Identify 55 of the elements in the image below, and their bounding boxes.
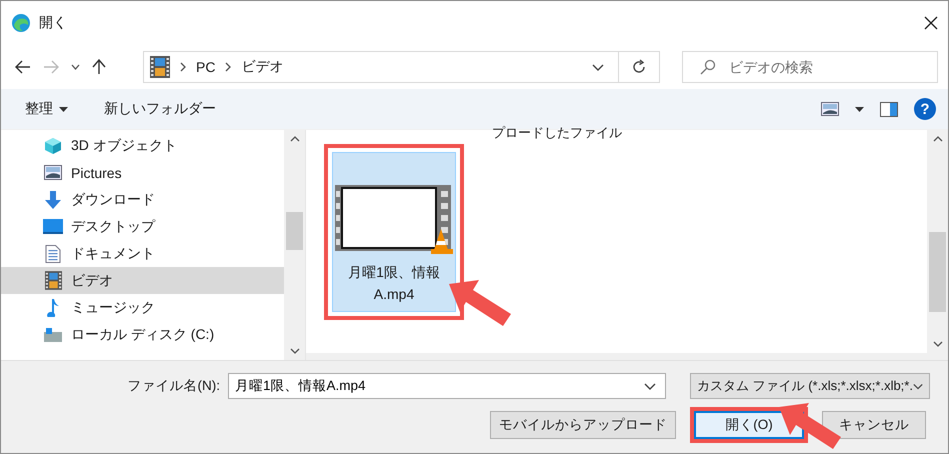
search-field[interactable]: ビデオの検索 xyxy=(682,51,938,83)
scrollbar[interactable] xyxy=(284,130,305,360)
scroll-up-icon[interactable] xyxy=(932,136,942,142)
scroll-down-icon[interactable] xyxy=(932,341,942,347)
scroll-thumb[interactable] xyxy=(286,212,303,250)
filename-field[interactable]: 月曜1限、情報A.mp4 xyxy=(228,373,666,399)
breadcrumb[interactable]: ビデオ xyxy=(241,58,284,76)
back-icon[interactable] xyxy=(15,60,31,74)
filename-label: ファイル名(N): xyxy=(128,377,220,395)
video-file-icon xyxy=(335,185,453,255)
dialog-button[interactable]: モバイルからアップロード xyxy=(490,411,676,439)
window-title: 開く xyxy=(39,14,68,32)
download-arrow-icon xyxy=(43,190,63,208)
sidebar-item[interactable]: デスクトップ xyxy=(1,213,284,240)
film-icon xyxy=(44,271,62,290)
refresh-icon[interactable] xyxy=(631,59,647,75)
sidebar-item[interactable]: ビデオ xyxy=(1,267,284,294)
address-bar[interactable]: PC ビデオ xyxy=(143,51,660,83)
cube-icon xyxy=(43,136,63,154)
file-type-dropdown[interactable]: カスタム ファイル (*.xls;*.xlsx;*.xlb;*. xyxy=(690,373,930,399)
picture-icon xyxy=(43,165,63,180)
chevron-right-icon xyxy=(180,62,186,72)
dropdown-icon[interactable] xyxy=(592,64,604,70)
dropdown-icon[interactable] xyxy=(644,383,656,390)
sidebar-item[interactable]: 3D オブジェクト xyxy=(1,132,284,159)
caret-icon xyxy=(855,106,864,112)
group-heading: プロードしたファイル xyxy=(492,124,622,142)
up-icon[interactable] xyxy=(92,59,106,75)
preview-pane-icon[interactable] xyxy=(880,102,898,116)
desktop-icon xyxy=(43,219,63,234)
sidebar-item[interactable]: ミュージック xyxy=(1,294,284,321)
scroll-down-icon[interactable] xyxy=(290,348,300,354)
scroll-thumb[interactable] xyxy=(929,232,946,312)
sidebar-item[interactable]: ドキュメント xyxy=(1,240,284,267)
organize-menu[interactable]: 整理 xyxy=(25,96,68,122)
file-item[interactable]: 月曜1限、情報A.mp4 xyxy=(332,152,456,312)
drive-icon xyxy=(43,328,63,342)
sidebar-item[interactable]: ローカル ディスク (C:) xyxy=(1,321,284,348)
view-icon[interactable] xyxy=(821,102,839,116)
sidebar-item[interactable]: Pictures xyxy=(1,159,284,186)
chevron-right-icon xyxy=(225,62,232,72)
search-icon xyxy=(700,59,716,75)
app-icon xyxy=(11,13,31,33)
close-icon[interactable] xyxy=(924,16,938,30)
caret-icon xyxy=(59,106,68,112)
help-button[interactable]: ? xyxy=(914,98,936,120)
new-folder-button[interactable]: 新しいフォルダー xyxy=(104,96,216,122)
film-icon xyxy=(150,56,170,78)
breadcrumb[interactable]: PC xyxy=(196,59,216,75)
document-icon xyxy=(43,244,63,262)
sidebar-item[interactable]: ダウンロード xyxy=(1,186,284,213)
dropdown-icon[interactable] xyxy=(912,382,923,390)
chevron-icon[interactable] xyxy=(71,64,80,70)
scroll-up-icon[interactable] xyxy=(290,136,300,142)
dialog-button[interactable]: キャンセル xyxy=(822,411,926,439)
